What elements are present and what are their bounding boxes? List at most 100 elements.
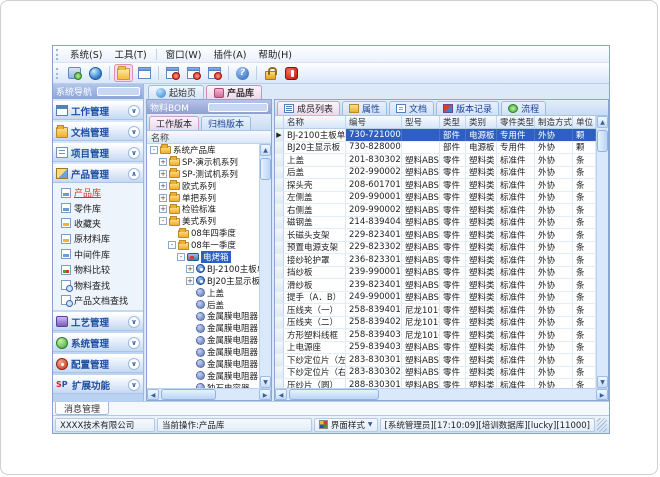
tree-node-08年四季度[interactable]: 08年四季度 [147,227,259,239]
column-header-类别[interactable]: 类别 [466,116,497,128]
sidebar-item-原材料库[interactable]: 原材料库 [53,231,143,246]
version-tab-归档版本[interactable]: 归档版本 [201,116,251,130]
table-row[interactable]: 后盖202-990002-01Z塑料ABS零件塑料类标准件外协条 [275,167,596,180]
sidebar-item-产品库[interactable]: 产品库 [53,185,143,200]
tree-node-电烤箱[interactable]: -电烤箱 [147,251,259,263]
collapse-icon[interactable]: - [168,241,176,249]
scroll-down-icon[interactable]: ▼ [260,376,271,388]
table-row[interactable]: 下纱定位片（左）283-830301-00Z塑料ABS零件塑料类标准件外协条 [275,354,596,367]
sidebar-section-扩展功能[interactable]: SP扩展功能∨ [53,375,143,394]
column-header-制造方式[interactable]: 制造方式 [535,116,573,128]
chevron-down-icon[interactable]: ∨ [128,105,140,117]
sidebar-item-收藏夹[interactable]: 收藏夹 [53,216,143,231]
expand-icon[interactable]: + [186,277,194,285]
chevron-up-icon[interactable]: ∧ [128,168,140,180]
sidebar-item-中间件库[interactable]: 中间件库 [53,247,143,262]
pin-icon[interactable] [97,87,140,96]
sidebar-section-文档管理[interactable]: 文档管理∨ [53,122,143,141]
tree-node-金属膜电阻器[interactable]: 金属膜电阻器 [147,310,259,322]
scroll-thumb[interactable] [597,130,608,152]
doc-tab-起始页[interactable]: 起始页 [148,85,204,99]
pin-icon[interactable] [208,103,268,112]
workspace-button[interactable] [65,64,84,82]
scroll-thumb[interactable] [161,389,216,400]
exit-button[interactable] [282,64,301,82]
column-header-单位[interactable]: 单位 [573,116,596,128]
tree-node-08年一季度[interactable]: -08年一季度 [147,239,259,251]
lock-button[interactable] [261,64,280,82]
table-row[interactable]: ▶BJ-2100主板单点730-721000-12Z部件电源板专用件外协颗 [275,129,596,142]
detail-tab-流程[interactable]: 流程 [501,101,546,115]
web-browser-button[interactable] [86,64,105,82]
tree-node-SP-测试机系列[interactable]: +SP-测试机系列 [147,168,259,180]
table-row[interactable]: 预置电源支架229-823302-00Z塑料ABS零件塑料类标准件外协条 [275,242,596,255]
table-row[interactable]: 接纱轮护罩236-823301-00Z塑料ABS零件塑料类标准件外协条 [275,254,596,267]
resize-grip[interactable] [597,418,607,432]
message-manager-tab[interactable]: 消息管理 [55,402,109,415]
table-row[interactable]: 挡纱板239-990001-01Z塑料ABS零件塑料类标准件外协条 [275,267,596,280]
sidebar-section-系统管理[interactable]: 系统管理∨ [53,333,143,352]
table-row[interactable]: 压纱片（圆）288-830301-00Z塑料ABS零件塑料类标准件外协条 [275,379,596,388]
tree-node-独石电容器[interactable]: 独石电容器 [147,382,259,388]
detail-tab-成员列表[interactable]: 成员列表 [277,101,340,115]
tree-node-金属膜电阻器[interactable]: 金属膜电阻器 [147,346,259,358]
detail-tab-属性[interactable]: 属性 [342,101,387,115]
table-row[interactable]: 探头壳208-601701-01Z塑料ABS零件塑料类标准件外协条 [275,179,596,192]
table-row[interactable]: BJ20主显示板730-828000-04Z部件电源板专用件外协颗 [275,142,596,155]
column-header-类型[interactable]: 类型 [440,116,466,128]
tree-node-BJ-2100主板单点[interactable]: +BJ-2100主板单点 [147,263,259,275]
table-row[interactable]: 上电源座259-839403-00Z塑料ABS零件塑料类标准件外协条 [275,342,596,355]
chevron-down-icon[interactable]: ∨ [128,358,140,370]
tree-node-金属膜电阻器[interactable]: 金属膜电阻器 [147,358,259,370]
version-tab-工作版本[interactable]: 工作版本 [149,116,199,130]
sidebar-section-项目管理[interactable]: 项目管理∨ [53,143,143,162]
chevron-down-icon[interactable]: ∨ [128,316,140,328]
close-others-button[interactable] [184,64,203,82]
tree-node-系统产品库[interactable]: -系统产品库 [147,144,259,156]
column-header-名称[interactable]: 名称 [284,116,346,128]
scroll-up-icon[interactable]: ▲ [260,144,271,156]
collapse-icon[interactable]: - [177,253,185,261]
table-row[interactable]: 压线夹（二）258-839402-00Z尼龙1010零件塑料类标准件外协条 [275,317,596,330]
help-button[interactable]: ? [233,64,252,82]
close-all-button[interactable] [205,64,224,82]
scroll-up-icon[interactable]: ▲ [597,116,608,128]
table-row[interactable]: 压线夹（一）258-839401-00Z尼龙1010零件塑料类标准件外协条 [275,304,596,317]
table-row[interactable]: 左侧盖209-990001-01Z塑料ABS零件塑料类标准件外协条 [275,192,596,205]
tree-node-金属膜电阻器[interactable]: 金属膜电阻器 [147,322,259,334]
table-row[interactable]: 磁钢盖214-839404-01Z塑料ABS零件塑料类标准件外协条 [275,217,596,230]
tree-horizontal-scrollbar[interactable]: ◀ ▶ [147,388,271,400]
table-row[interactable]: 提手（A．B）249-990001-01Z塑料ABS零件塑料类标准件外协条 [275,292,596,305]
menu-item[interactable]: 插件(A) [207,46,252,62]
table-horizontal-scrollbar[interactable]: ◀ ▶ [275,388,608,400]
sidebar-item-物料比较[interactable]: 物料比较 [53,262,143,277]
expand-icon[interactable]: + [159,170,167,178]
expand-icon[interactable]: + [159,158,167,166]
column-header-型号[interactable]: 型号 [402,116,440,128]
chevron-down-icon[interactable]: ∨ [128,379,140,391]
table-row[interactable]: 方形塑料线框258-839403-00Z尼龙1010零件塑料类标准件外协条 [275,329,596,342]
ui-style-button[interactable]: 界面样式 ▼ [314,418,378,432]
sidebar-section-产品管理[interactable]: 产品管理∧ [53,164,143,183]
chevron-down-icon[interactable]: ∨ [128,126,140,138]
scroll-left-icon[interactable]: ◀ [275,389,287,400]
menu-item[interactable]: 系统(S) [64,46,108,62]
table-row[interactable]: 右侧盖209-990002-01Z塑料ABS零件塑料类标准件外协条 [275,204,596,217]
tree-node-上盖[interactable]: 上盖 [147,287,259,299]
table-vertical-scrollbar[interactable]: ▲ ▼ [596,116,608,388]
sidebar-item-物料查找[interactable]: 物料查找 [53,277,143,292]
tree-node-欧式系列[interactable]: +欧式系列 [147,180,259,192]
tree-node-单把系列[interactable]: +单把系列 [147,192,259,204]
sidebar-section-工作管理[interactable]: 工作管理∨ [53,101,143,120]
table-row[interactable]: 上盖201-830302-00Z塑料ABS零件塑料类标准件外协条 [275,154,596,167]
tree-node-美式系列[interactable]: -美式系列 [147,215,259,227]
expand-icon[interactable]: + [159,194,167,202]
scroll-left-icon[interactable]: ◀ [147,389,159,400]
scroll-thumb[interactable] [289,389,379,400]
detail-tab-版本记录[interactable]: 版本记录 [436,101,499,115]
column-header-编号[interactable]: 编号 [346,116,402,128]
tree-node-后盖[interactable]: 后盖 [147,299,259,311]
close-window-button[interactable] [163,64,182,82]
window-list-button[interactable] [135,64,154,82]
sidebar-section-配置管理[interactable]: 配置管理∨ [53,354,143,373]
